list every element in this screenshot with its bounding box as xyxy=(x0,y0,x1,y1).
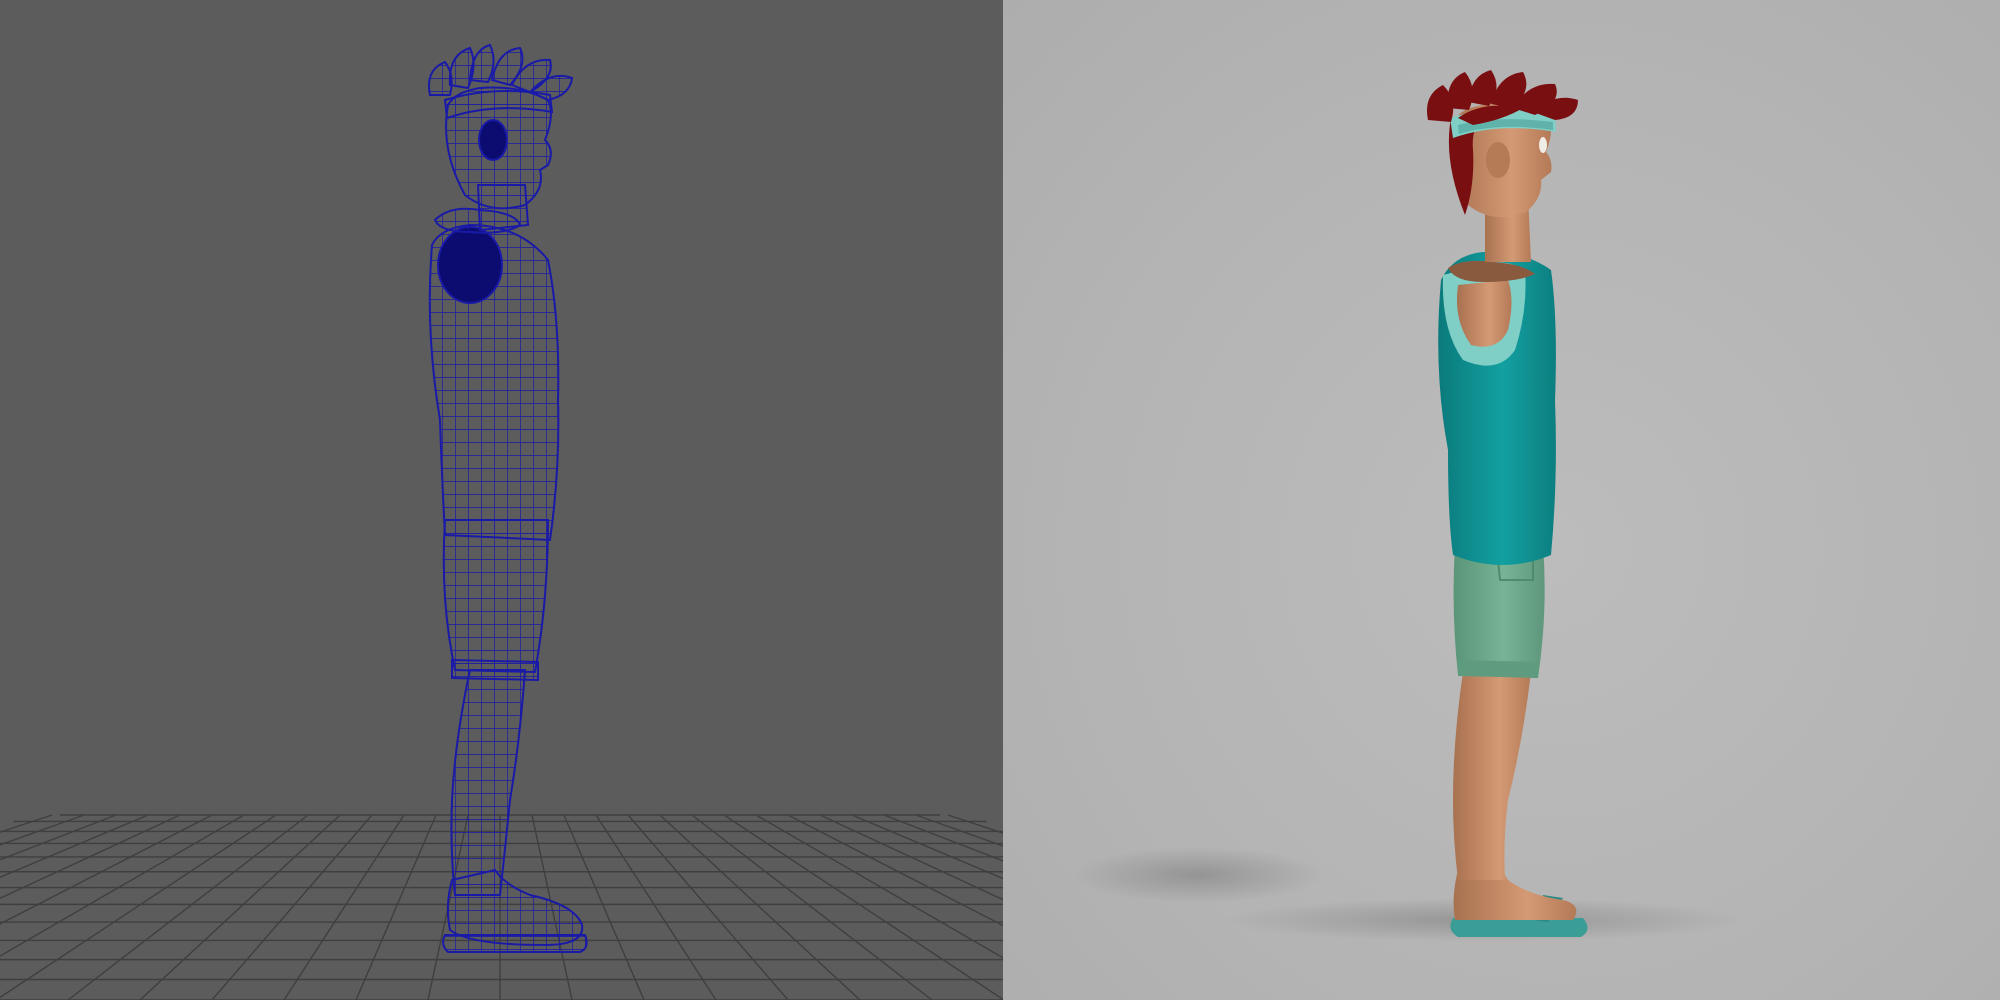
grid-line xyxy=(563,814,645,1000)
grid-line xyxy=(211,814,373,1000)
grid-line xyxy=(659,814,861,1000)
wire-leg xyxy=(450,669,527,896)
eye xyxy=(1539,137,1547,153)
sandal-sole xyxy=(1450,918,1588,937)
ear xyxy=(1486,142,1510,178)
grid-line xyxy=(0,814,85,846)
wire-sandal xyxy=(442,934,588,953)
grid-line xyxy=(723,814,1003,1000)
grid-line xyxy=(883,814,1003,862)
grid-line xyxy=(67,814,309,1000)
grid-line xyxy=(915,814,1003,847)
wireframe-character xyxy=(428,43,588,953)
dreadlocks xyxy=(1427,70,1578,125)
grid-line xyxy=(139,814,341,1000)
grid-line xyxy=(0,814,117,861)
grid-line xyxy=(0,814,181,900)
wire-shorts-cuff xyxy=(451,658,539,682)
grid-line xyxy=(283,814,405,1000)
render-viewport xyxy=(1003,0,2000,1000)
grid-line xyxy=(0,814,213,925)
wireframe-scene xyxy=(0,43,1003,1000)
grid-line xyxy=(595,814,717,1000)
rendered-scene xyxy=(1073,70,1743,942)
grid-line xyxy=(851,814,1003,880)
grid-line xyxy=(0,814,149,878)
grid-line xyxy=(819,814,1003,901)
wire-shorts xyxy=(442,519,550,674)
wire-shoulder xyxy=(437,226,503,304)
grid-line xyxy=(627,814,789,1000)
wireframe-viewport xyxy=(0,0,1003,1000)
grid-line xyxy=(0,814,245,957)
leg xyxy=(1453,672,1531,880)
rendered-character xyxy=(1427,70,1588,937)
grid-line xyxy=(691,814,933,1000)
wire-ear xyxy=(478,119,508,161)
shorts-cuff xyxy=(1458,660,1539,678)
grid-line xyxy=(0,814,277,999)
floor-shadow-left xyxy=(1073,847,1323,903)
grid-line xyxy=(355,814,437,1000)
